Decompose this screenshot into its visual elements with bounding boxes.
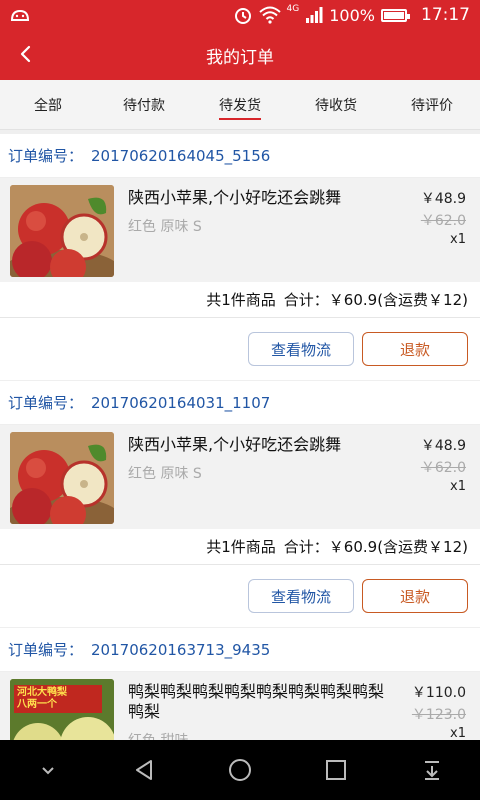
order-number-label: 订单编号： — [8, 147, 84, 165]
wifi-icon — [258, 6, 281, 24]
view-logistics-button[interactable]: 查看物流 — [248, 332, 354, 366]
refund-button[interactable]: 退款 — [362, 332, 468, 366]
order-number: 20170620164031_1107 — [91, 393, 271, 412]
order-number-row: 订单编号： 20170620164031_1107 — [0, 381, 480, 425]
order-card: 订单编号： 20170620164045_5156 陕西小苹果,个小好吃还会跳舞… — [0, 134, 480, 380]
tab-pending-receipt[interactable]: 待收货 — [288, 80, 384, 129]
order-card: 订单编号： 20170620164031_1107 陕西小苹果,个小好吃还会跳舞… — [0, 381, 480, 627]
hide-keyboard-chevron-icon[interactable] — [35, 757, 61, 783]
system-navigation-bar — [0, 740, 480, 800]
order-actions: 查看物流 退款 — [0, 565, 480, 627]
order-item[interactable]: 陕西小苹果,个小好吃还会跳舞 红色 原味 S ￥48.9 ￥62.0 x1 — [0, 425, 480, 529]
order-number-label: 订单编号： — [8, 641, 84, 659]
item-count: 共1件商品 — [206, 291, 276, 309]
order-number: 20170620163713_9435 — [91, 640, 271, 659]
image-banner-line1: 河北大鸭梨 — [17, 687, 67, 698]
quantity: x1 — [450, 479, 466, 494]
product-price: ￥110.0 — [411, 685, 466, 701]
original-price: ￥62.0 — [420, 460, 466, 476]
quantity: x1 — [450, 726, 466, 740]
view-logistics-button[interactable]: 查看物流 — [248, 579, 354, 613]
refund-button[interactable]: 退款 — [362, 579, 468, 613]
product-spec: 红色 原味 S — [128, 219, 202, 235]
product-title: 鸭梨鸭梨鸭梨鸭梨鸭梨鸭梨鸭梨鸭梨鸭梨 — [128, 682, 385, 721]
order-number-row: 订单编号： 20170620163713_9435 — [0, 628, 480, 672]
recent-apps-square-icon[interactable] — [323, 757, 349, 783]
order-card: 订单编号： 20170620163713_9435 河北大鸭梨 八两一个 鸭梨鸭… — [0, 628, 480, 740]
network-type: 4G — [286, 4, 300, 14]
app-header: 我的订单 — [0, 30, 480, 80]
product-title: 陕西小苹果,个小好吃还会跳舞 — [128, 435, 342, 454]
apple-image — [10, 185, 114, 277]
tab-pending-payment[interactable]: 待付款 — [96, 80, 192, 129]
apple-image — [10, 432, 114, 524]
order-status-tabs: 全部 待付款 待发货 待收货 待评价 — [0, 80, 480, 130]
tab-pending-shipment[interactable]: 待发货 — [192, 80, 288, 129]
pear-image: 河北大鸭梨 八两一个 — [10, 679, 114, 740]
product-price: ￥48.9 — [420, 438, 466, 454]
status-icons: 4G 100% 17:17 — [233, 0, 470, 30]
clock: 17:17 — [421, 5, 470, 25]
product-spec: 红色 原味 S — [128, 466, 202, 482]
order-item[interactable]: 河北大鸭梨 八两一个 鸭梨鸭梨鸭梨鸭梨鸭梨鸭梨鸭梨鸭梨鸭梨 红色 甜味 ￥110… — [0, 672, 480, 740]
battery-icon — [381, 8, 410, 22]
android-notification-icon — [10, 9, 30, 21]
image-banner: 河北大鸭梨 八两一个 — [14, 685, 102, 713]
product-title: 陕西小苹果,个小好吃还会跳舞 — [128, 188, 342, 207]
back-triangle-icon[interactable] — [131, 757, 157, 783]
item-count: 共1件商品 — [206, 538, 276, 556]
battery-percent: 100% — [329, 5, 375, 25]
product-spec: 红色 甜味 — [128, 730, 188, 740]
order-summary: 共1件商品 合计：￥60.9(含运费￥12) — [0, 282, 480, 318]
home-circle-icon[interactable] — [227, 757, 253, 783]
quantity: x1 — [450, 232, 466, 247]
order-number-row: 订单编号： 20170620164045_5156 — [0, 134, 480, 178]
signal-icon — [306, 7, 323, 23]
image-banner-line2: 八两一个 — [17, 699, 57, 710]
order-total: 合计：￥60.9(含运费￥12) — [283, 291, 468, 309]
page-title: 我的订单 — [206, 47, 274, 68]
status-bar: 4G 100% 17:17 — [0, 0, 480, 30]
order-actions: 查看物流 退款 — [0, 318, 480, 380]
order-item[interactable]: 陕西小苹果,个小好吃还会跳舞 红色 原味 S ￥48.9 ￥62.0 x1 — [0, 178, 480, 282]
original-price: ￥123.0 — [411, 707, 466, 723]
tab-pending-review[interactable]: 待评价 — [384, 80, 480, 129]
order-number-label: 订单编号： — [8, 394, 84, 412]
product-price: ￥48.9 — [420, 191, 466, 207]
tab-all[interactable]: 全部 — [0, 80, 96, 129]
original-price: ￥62.0 — [420, 213, 466, 229]
back-arrow-icon[interactable] — [14, 42, 38, 66]
alarm-icon — [234, 8, 251, 24]
order-number: 20170620164045_5156 — [91, 146, 271, 165]
notification-pulldown-icon[interactable] — [419, 757, 445, 783]
order-summary: 共1件商品 合计：￥60.9(含运费￥12) — [0, 529, 480, 565]
order-total: 合计：￥60.9(含运费￥12) — [283, 538, 468, 556]
